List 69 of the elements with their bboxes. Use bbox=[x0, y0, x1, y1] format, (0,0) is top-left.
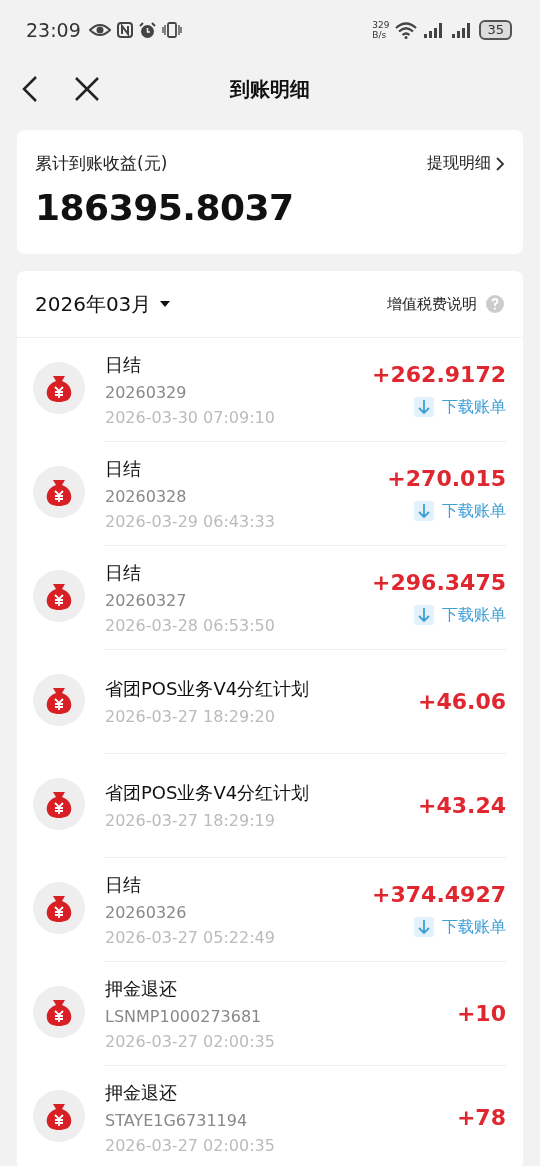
nfc-icon bbox=[116, 22, 133, 38]
total-amount: 186395.8037 bbox=[35, 187, 295, 228]
transaction-time: 2026-03-28 06:53:50 bbox=[105, 615, 276, 635]
alarm-icon bbox=[138, 21, 156, 39]
transaction-title: 日结 bbox=[105, 456, 142, 481]
money-bag-icon bbox=[33, 361, 85, 414]
page-title: 到账明细 bbox=[230, 76, 310, 101]
transaction-amount: +262.9172 bbox=[372, 361, 506, 387]
summary-label: 累计到账收益(元) bbox=[35, 152, 168, 175]
caret-down-icon bbox=[159, 300, 172, 308]
eye-icon bbox=[88, 23, 111, 37]
money-bag-icon bbox=[33, 881, 85, 934]
transaction-title: 省团POS业务V4分红计划 bbox=[105, 781, 311, 805]
transaction-amount: +10 bbox=[456, 1001, 506, 1026]
money-bag-icon bbox=[33, 465, 85, 518]
transaction-time: 2026-03-27 02:00:35 bbox=[105, 1135, 276, 1155]
transaction-code: 20260329 bbox=[105, 382, 188, 402]
transaction-time: 2026-03-27 05:22:49 bbox=[105, 927, 276, 947]
transaction-title: 押金退还 bbox=[105, 1080, 178, 1105]
download-icon bbox=[414, 397, 434, 417]
money-bag-icon bbox=[33, 673, 85, 726]
transaction-row[interactable]: 日结 20260327 2026-03-28 06:53:50 +296.3475 下载账单 bbox=[105, 546, 506, 650]
close-button[interactable] bbox=[74, 76, 100, 102]
transaction-time: 2026-03-27 18:29:19 bbox=[105, 811, 276, 830]
transaction-time: 2026-03-27 02:00:35 bbox=[105, 1031, 276, 1051]
transaction-code: 20260328 bbox=[105, 486, 188, 506]
transaction-row[interactable]: 日结 20260328 2026-03-29 06:43:33 +270.015 下载账单 bbox=[105, 442, 506, 546]
money-bag-icon bbox=[33, 985, 85, 1038]
download-icon bbox=[414, 605, 434, 625]
transaction-time: 2026-03-27 18:29:20 bbox=[105, 707, 276, 726]
transaction-title: 日结 bbox=[105, 872, 142, 897]
transaction-time: 2026-03-29 06:43:33 bbox=[105, 511, 276, 531]
money-bag-icon bbox=[33, 1089, 85, 1142]
tax-info-link[interactable]: 增值税费说明 bbox=[387, 294, 505, 314]
transaction-row[interactable]: 押金退还 STAYE1G6731194 2026-03-27 02:00:35 +78 bbox=[105, 1066, 506, 1166]
transaction-time: 2026-03-30 07:09:10 bbox=[105, 407, 276, 427]
transaction-code: LSNMP1000273681 bbox=[105, 1006, 263, 1026]
transaction-amount: +43.24 bbox=[417, 793, 506, 818]
withdraw-details-link[interactable]: 提现明细 bbox=[427, 153, 505, 174]
transaction-code: 20260327 bbox=[105, 590, 188, 610]
status-time: 23:09 bbox=[26, 19, 81, 41]
transaction-code: STAYE1G6731194 bbox=[105, 1110, 249, 1130]
transaction-title: 日结 bbox=[105, 352, 142, 377]
money-bag-icon bbox=[33, 569, 85, 622]
transaction-amount: +78 bbox=[456, 1105, 506, 1130]
battery-level: 35 bbox=[479, 20, 512, 40]
chevron-right-icon bbox=[495, 155, 505, 172]
transaction-amount: +374.4927 bbox=[372, 881, 506, 907]
transaction-amount: +296.3475 bbox=[372, 569, 506, 595]
transaction-title: 押金退还 bbox=[105, 976, 178, 1001]
transaction-row[interactable]: 押金退还 LSNMP1000273681 2026-03-27 02:00:35 +10 bbox=[105, 962, 506, 1066]
transaction-title: 省团POS业务V4分红计划 bbox=[105, 677, 311, 701]
transaction-row[interactable]: 省团POS业务V4分红计划 2026-03-27 18:29:19 +43.24 bbox=[105, 754, 506, 858]
download-icon bbox=[414, 501, 434, 521]
back-button[interactable] bbox=[20, 75, 40, 103]
transaction-code: 20260326 bbox=[105, 902, 188, 922]
month-picker[interactable]: 2026年03月 bbox=[35, 290, 172, 318]
transaction-amount: +46.06 bbox=[417, 689, 506, 714]
transaction-row[interactable]: 日结 20260326 2026-03-27 05:22:49 +374.4927 下载账单 bbox=[105, 858, 506, 962]
vibrate-icon bbox=[161, 22, 182, 38]
transaction-title: 日结 bbox=[105, 560, 142, 585]
transaction-row[interactable]: 省团POS业务V4分红计划 2026-03-27 18:29:20 +46.06 bbox=[105, 650, 506, 754]
network-speed: 329 B/s bbox=[372, 20, 390, 40]
money-bag-icon bbox=[33, 777, 85, 830]
transaction-amount: +270.015 bbox=[387, 465, 506, 491]
download-icon bbox=[414, 917, 434, 937]
wifi-icon bbox=[395, 21, 418, 39]
transaction-row[interactable]: 日结 20260329 2026-03-30 07:09:10 +262.9172 下载账单 bbox=[105, 338, 506, 442]
help-icon bbox=[485, 294, 505, 314]
